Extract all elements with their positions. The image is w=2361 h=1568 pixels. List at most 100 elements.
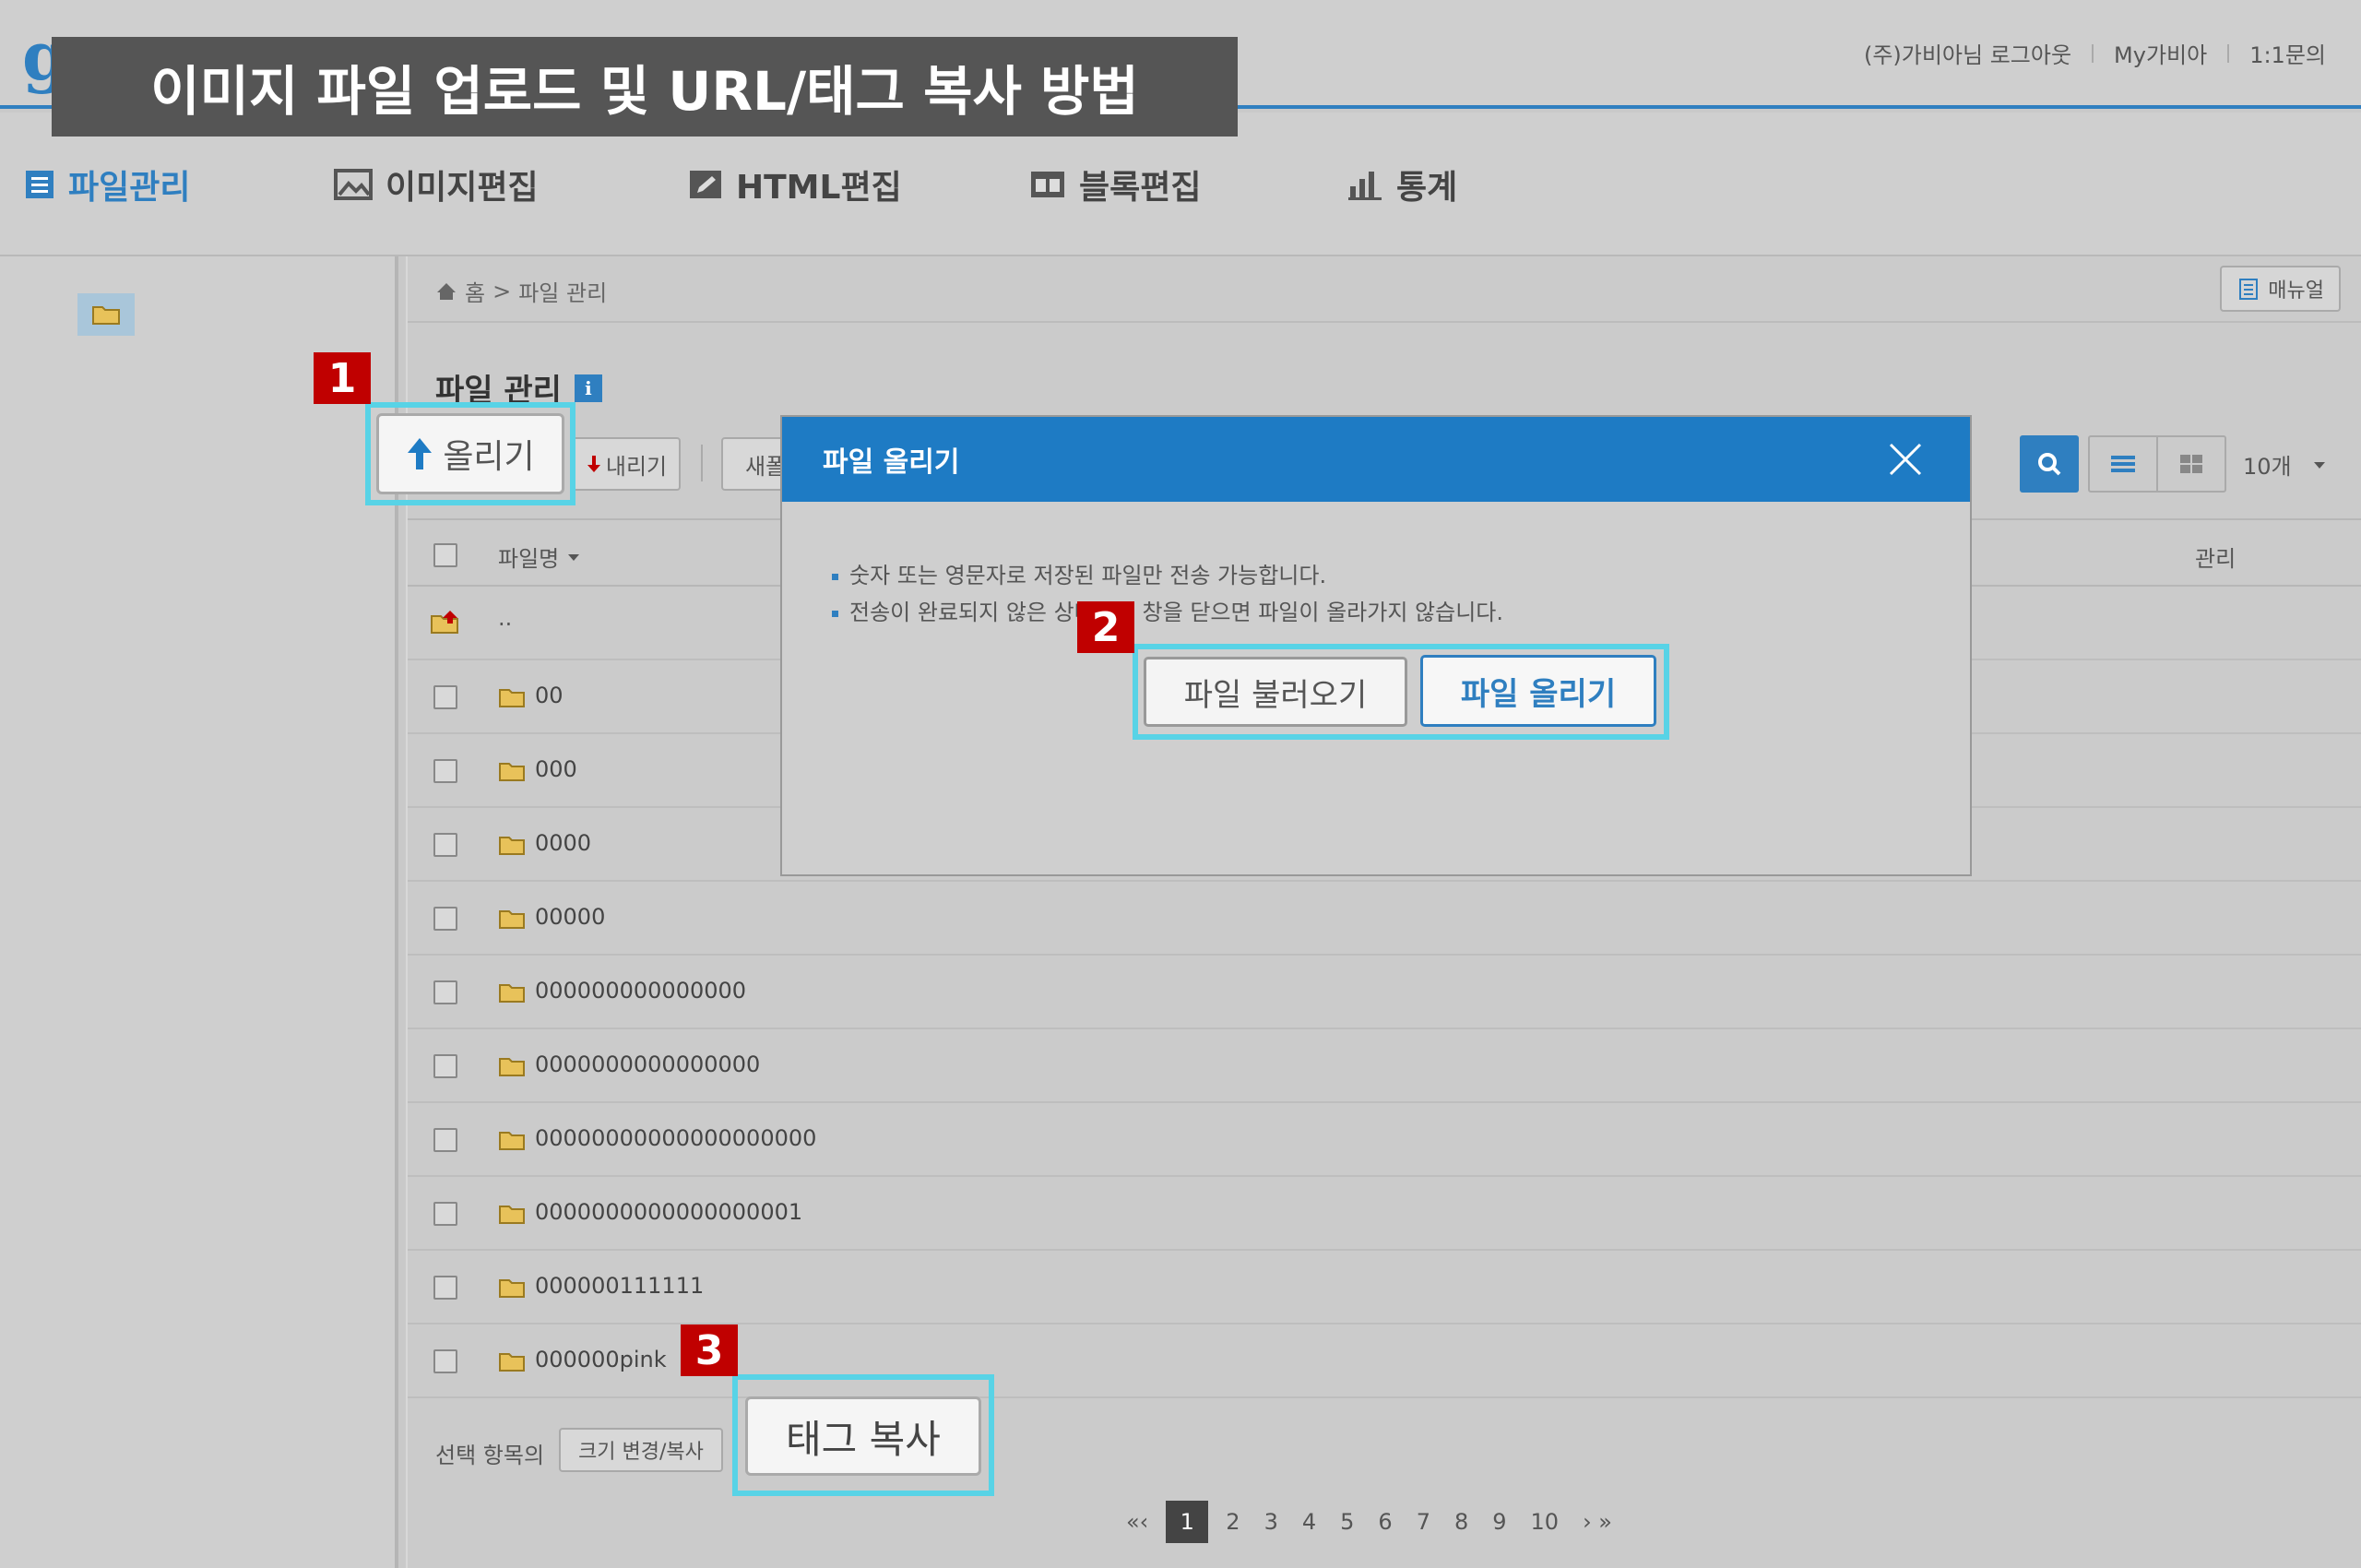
- folder-icon: [499, 1132, 525, 1150]
- breadcrumb-home[interactable]: 홈: [465, 275, 485, 307]
- divider: [2092, 43, 2094, 63]
- home-icon: [437, 282, 456, 300]
- note-text: 전송이 완료되지 않은 상태에서 창을 닫으면 파일이 올라가지 않습니다.: [849, 600, 1503, 625]
- page-5[interactable]: 5: [1340, 1509, 1354, 1535]
- page-10[interactable]: 10: [1531, 1509, 1560, 1535]
- row-checkbox[interactable]: [433, 1202, 457, 1226]
- row-checkbox[interactable]: [433, 1054, 457, 1078]
- row-checkbox[interactable]: [433, 1349, 457, 1373]
- block-icon: [1031, 172, 1064, 197]
- parent-folder-icon: [431, 611, 458, 634]
- grid-view-button[interactable]: [2158, 437, 2225, 491]
- root-folder-node[interactable]: [77, 293, 135, 336]
- selected-items-label: 선택 항목의: [435, 1443, 545, 1468]
- upload-label: 올리기: [443, 438, 535, 476]
- nav-label: 파일관리: [68, 169, 191, 207]
- page-9[interactable]: 9: [1492, 1509, 1506, 1535]
- row-checkbox[interactable]: [433, 907, 457, 931]
- folder-name[interactable]: 0000000000000000: [535, 1051, 760, 1077]
- table-row[interactable]: 000000111111: [408, 1251, 2361, 1324]
- sort-caret-icon: [568, 553, 580, 561]
- folder-name[interactable]: 00000: [535, 904, 605, 930]
- table-row[interactable]: 0000000000000000001: [408, 1177, 2361, 1251]
- nav-block-edit[interactable]: 블록편집: [1029, 160, 1201, 208]
- folder-name[interactable]: 000: [535, 756, 577, 782]
- pagination-prev[interactable]: «‹: [1126, 1509, 1148, 1535]
- page-4[interactable]: 4: [1302, 1509, 1316, 1535]
- tutorial-title-banner: 이미지 파일 업로드 및 URL/태그 복사 방법: [52, 37, 1238, 137]
- row-checkbox[interactable]: [433, 833, 457, 857]
- image-icon: [334, 169, 373, 200]
- load-file-button[interactable]: 파일 불러오기: [1144, 657, 1407, 727]
- row-checkbox[interactable]: [433, 1128, 457, 1152]
- folder-name[interactable]: 000000pink: [535, 1347, 667, 1372]
- page-6[interactable]: 6: [1378, 1509, 1392, 1535]
- upload-button[interactable]: 올리기: [376, 413, 564, 494]
- close-icon[interactable]: [1887, 441, 1924, 478]
- page-7[interactable]: 7: [1417, 1509, 1430, 1535]
- row-checkbox[interactable]: [433, 759, 457, 783]
- folder-icon: [499, 1353, 525, 1372]
- info-icon[interactable]: i: [574, 374, 602, 402]
- utility-links: (주)가비아님 로그아웃 My가비아 1:1문의: [1864, 37, 2326, 69]
- inquiry-link[interactable]: 1:1문의: [2249, 37, 2326, 69]
- search-icon: [2038, 453, 2061, 476]
- download-button[interactable]: 내리기: [572, 437, 681, 491]
- page-2[interactable]: 2: [1226, 1509, 1240, 1535]
- nav-image-edit[interactable]: 이미지편집: [334, 160, 539, 208]
- nav-label: 블록편집: [1079, 169, 1202, 207]
- nav-stats[interactable]: 통계: [1347, 160, 1457, 208]
- divider: [2227, 43, 2230, 63]
- breadcrumb-separator: >: [492, 278, 512, 304]
- list-view-button[interactable]: [2090, 437, 2158, 491]
- pagination-next[interactable]: › »: [1583, 1509, 1612, 1535]
- folder-icon: [499, 984, 525, 1003]
- dialog-title: 파일 올리기: [823, 446, 960, 479]
- select-all-checkbox[interactable]: [433, 543, 457, 567]
- folder-name[interactable]: 0000: [535, 830, 591, 856]
- nav-file-manage[interactable]: 파일관리: [24, 160, 190, 208]
- column-header-name[interactable]: 파일명: [498, 540, 581, 573]
- note-text: 숫자 또는 영문자로 저장된 파일만 전송 가능합니다.: [849, 563, 1327, 588]
- resize-copy-button[interactable]: 크기 변경/복사: [559, 1428, 723, 1472]
- page-8[interactable]: 8: [1454, 1509, 1468, 1535]
- logout-link[interactable]: (주)가비아님 로그아웃: [1864, 37, 2071, 69]
- column-header-manage: 관리: [2195, 546, 2236, 572]
- table-row[interactable]: 000000000000000: [408, 956, 2361, 1029]
- grid-view-icon: [2180, 455, 2202, 473]
- page-1[interactable]: 1: [1166, 1501, 1209, 1543]
- folder-name[interactable]: 00: [535, 683, 564, 708]
- page-3[interactable]: 3: [1264, 1509, 1278, 1535]
- manual-button[interactable]: 매뉴얼: [2220, 266, 2341, 312]
- my-gabia-link[interactable]: My가비아: [2114, 37, 2207, 69]
- folder-icon: [499, 837, 525, 855]
- breadcrumb-bar: 홈 > 파일 관리 매뉴얼: [408, 256, 2361, 323]
- folder-name[interactable]: 00000000000000000000: [535, 1125, 816, 1151]
- note-item: 전송이 완료되지 않은 상태에서 창을 닫으면 파일이 올라가지 않습니다.: [832, 594, 1503, 631]
- row-checkbox[interactable]: [433, 980, 457, 1004]
- row-checkbox[interactable]: [433, 685, 457, 709]
- manual-button-label: 매뉴얼: [2268, 279, 2324, 303]
- search-button[interactable]: [2020, 435, 2079, 493]
- folder-tree-panel: [0, 256, 398, 1568]
- nav-label: 통계: [1396, 169, 1458, 207]
- row-checkbox[interactable]: [433, 1276, 457, 1300]
- tag-copy-button[interactable]: 태그 복사: [745, 1396, 981, 1476]
- page-size-value: 10개: [2243, 454, 2292, 480]
- document-icon: [2239, 279, 2259, 300]
- page-size-select[interactable]: 10개: [2243, 448, 2327, 481]
- nav-label: HTML편집: [736, 169, 902, 207]
- folder-icon: [499, 1279, 525, 1298]
- table-row[interactable]: 0000000000000000: [408, 1029, 2361, 1103]
- caret-down-icon: [2313, 461, 2325, 469]
- nav-html-edit[interactable]: HTML편집: [688, 160, 902, 208]
- table-row[interactable]: 00000000000000000000: [408, 1103, 2361, 1177]
- note-item: 숫자 또는 영문자로 저장된 파일만 전송 가능합니다.: [832, 557, 1503, 594]
- breadcrumb-current: 파일 관리: [518, 280, 608, 306]
- upload-file-submit-button[interactable]: 파일 올리기: [1420, 655, 1656, 727]
- step-badge-3: 3: [681, 1324, 738, 1376]
- folder-name[interactable]: 000000111111: [535, 1273, 704, 1299]
- table-row[interactable]: 00000: [408, 882, 2361, 956]
- folder-name[interactable]: 0000000000000000001: [535, 1199, 802, 1225]
- folder-name[interactable]: 000000000000000: [535, 978, 746, 1004]
